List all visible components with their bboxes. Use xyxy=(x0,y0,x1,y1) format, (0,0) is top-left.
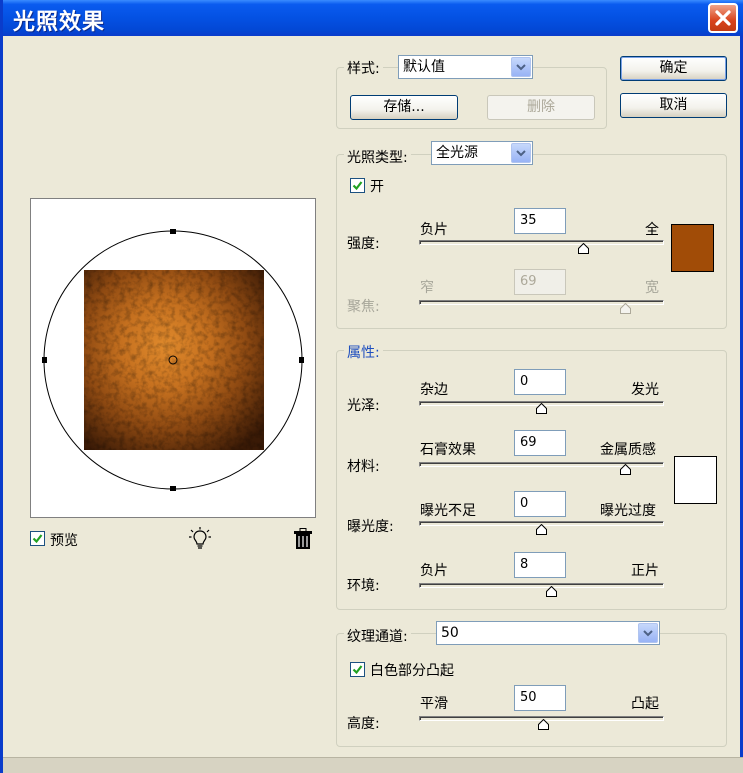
gloss-min-label: 杂边 xyxy=(420,382,448,398)
ambience-slider-track[interactable] xyxy=(419,583,664,588)
properties-header: 属性: xyxy=(344,342,383,362)
material-label: 材料: xyxy=(347,459,380,475)
texture-channel-select[interactable]: 50 xyxy=(436,621,660,645)
style-value: 默认值 xyxy=(403,59,445,75)
window-title: 光照效果 xyxy=(13,10,106,35)
preview-canvas[interactable] xyxy=(30,198,316,518)
checkmark-icon xyxy=(352,181,363,191)
window-bottom-edge xyxy=(3,757,743,773)
material-slider-thumb[interactable] xyxy=(620,464,631,475)
gloss-input[interactable]: 0 xyxy=(514,369,566,395)
white-high-label: 白色部分凸起 xyxy=(370,663,454,679)
intensity-max-label: 全 xyxy=(645,222,659,238)
gloss-slider-thumb[interactable] xyxy=(536,403,547,414)
chevron-down-icon xyxy=(511,143,531,163)
material-min-label: 石膏效果 xyxy=(420,442,476,458)
height-slider-thumb[interactable] xyxy=(538,719,549,730)
ambience-min-label: 负片 xyxy=(420,563,448,579)
close-icon xyxy=(715,10,731,26)
light-handle-bottom[interactable] xyxy=(170,486,176,491)
light-type-select[interactable]: 全光源 xyxy=(431,141,533,165)
material-max-label: 金属质感 xyxy=(600,442,656,458)
texture-channel-label: 纹理通道: xyxy=(344,626,411,646)
exposure-max-label: 曝光过度 xyxy=(600,503,656,519)
ambience-input[interactable]: 8 xyxy=(514,552,566,578)
light-handle-top[interactable] xyxy=(170,229,176,234)
intensity-input[interactable]: 35 xyxy=(514,208,566,234)
gloss-max-label: 发光 xyxy=(631,382,659,398)
light-type-value: 全光源 xyxy=(436,145,478,161)
lighting-effects-dialog: 光照效果 预览 确定 取消 样式: 默认值 存储... 删除 光照类型: 全光源… xyxy=(0,0,743,773)
intensity-min-label: 负片 xyxy=(420,222,448,238)
light-type-label: 光照类型: xyxy=(344,147,411,167)
delete-button[interactable]: 删除 xyxy=(487,95,595,120)
light-bulb-icon[interactable] xyxy=(189,527,211,555)
close-button[interactable] xyxy=(708,3,738,33)
style-label: 样式: xyxy=(344,58,383,78)
material-input[interactable]: 69 xyxy=(514,430,566,456)
height-label: 高度: xyxy=(347,716,380,732)
chevron-down-icon xyxy=(638,623,658,643)
gloss-label: 光泽: xyxy=(347,398,380,414)
height-min-label: 平滑 xyxy=(420,696,448,712)
ambience-label: 环境: xyxy=(347,578,380,594)
height-input[interactable]: 50 xyxy=(514,685,566,711)
chevron-down-icon xyxy=(511,57,531,77)
ok-button[interactable]: 确定 xyxy=(620,56,727,81)
texture-channel-value: 50 xyxy=(441,625,459,641)
checkmark-icon xyxy=(352,665,363,675)
focus-label: 聚焦: xyxy=(347,299,380,315)
intensity-label: 强度: xyxy=(347,236,380,252)
exposure-min-label: 曝光不足 xyxy=(420,503,476,519)
preview-label: 预览 xyxy=(50,533,78,549)
intensity-slider-track[interactable] xyxy=(419,240,664,245)
intensity-slider-thumb[interactable] xyxy=(578,243,589,254)
exposure-input[interactable]: 0 xyxy=(514,491,566,517)
ambience-slider-thumb[interactable] xyxy=(546,586,557,597)
ambient-color-swatch[interactable] xyxy=(674,456,717,504)
focus-input[interactable]: 69 xyxy=(514,269,566,295)
light-on-label: 开 xyxy=(370,179,384,195)
exposure-label: 曝光度: xyxy=(347,519,394,535)
style-select[interactable]: 默认值 xyxy=(398,55,533,79)
light-on-checkbox[interactable] xyxy=(350,178,365,193)
focus-max-label: 宽 xyxy=(645,280,659,296)
height-max-label: 凸起 xyxy=(631,696,659,712)
title-bar[interactable]: 光照效果 xyxy=(3,0,743,36)
light-handle-left[interactable] xyxy=(42,357,47,363)
trash-icon[interactable] xyxy=(293,528,313,554)
focus-slider-thumb[interactable] xyxy=(620,303,631,314)
white-high-checkbox[interactable] xyxy=(350,662,365,677)
light-color-swatch[interactable] xyxy=(671,224,714,272)
light-handle-right[interactable] xyxy=(299,357,304,363)
focus-min-label: 窄 xyxy=(420,280,434,296)
cancel-button[interactable]: 取消 xyxy=(620,93,727,118)
ambience-max-label: 正片 xyxy=(631,563,659,579)
checkmark-icon xyxy=(32,534,43,544)
exposure-slider-thumb[interactable] xyxy=(536,524,547,535)
save-button[interactable]: 存储... xyxy=(350,95,458,120)
preview-checkbox[interactable] xyxy=(30,531,45,546)
